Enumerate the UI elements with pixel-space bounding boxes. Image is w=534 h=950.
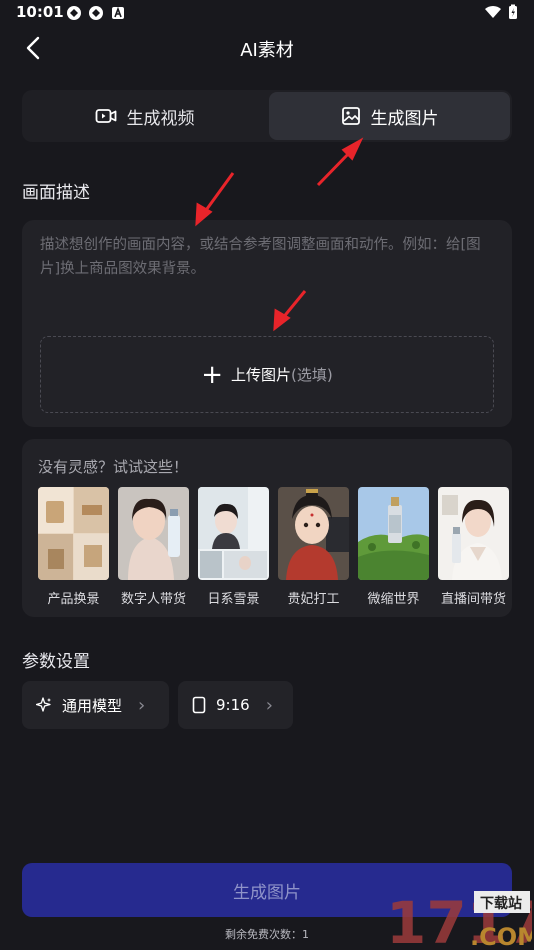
inspiration-label: 日系雪景	[207, 592, 260, 607]
plus-icon: +	[201, 359, 224, 390]
status-time: 10:01	[16, 3, 64, 21]
inspiration-label: 产品换景	[47, 592, 100, 607]
red-arrow-icon	[195, 172, 235, 227]
phone-ratio-icon	[192, 696, 206, 714]
imperial-consort-thumbnail	[278, 487, 349, 580]
tab-generate-image[interactable]: 生成图片	[269, 92, 510, 140]
app-notification-icon	[89, 6, 103, 20]
inspiration-label: 微缩世界	[367, 592, 420, 607]
aspect-ratio-button[interactable]: 9:16 ›	[178, 681, 293, 729]
tab-generate-video[interactable]: 生成视频	[24, 92, 265, 140]
inspiration-title: 没有灵感？试试这些！	[38, 458, 189, 476]
digital-human-thumbnail	[118, 487, 189, 580]
product-scene-thumbnail	[38, 487, 109, 580]
inspiration-item[interactable]: 日系雪景	[198, 487, 269, 607]
inspiration-item[interactable]: 产品换景	[38, 487, 109, 607]
inspiration-list: 产品换景 数字人带货 日系雪景 贵妃打工 微缩世界 直播间带货	[38, 487, 509, 607]
upload-optional-label: (选填)	[291, 366, 333, 384]
status-notification-icons	[66, 5, 126, 21]
a-notification-icon	[112, 6, 124, 19]
miniature-world-thumbnail	[358, 487, 429, 580]
battery-icon	[509, 4, 517, 19]
chevron-right-icon: ›	[138, 694, 146, 716]
status-system-icons	[484, 4, 518, 20]
site-watermark-logo: 17178 下载站 .COM	[386, 889, 532, 950]
inspiration-item[interactable]: 直播间带货	[438, 487, 509, 607]
upload-image-button[interactable]: + 上传图片(选填)	[40, 336, 494, 413]
inspiration-label: 直播间带货	[440, 592, 506, 607]
params-section-label: 参数设置	[22, 652, 90, 672]
livestream-thumbnail	[438, 487, 509, 580]
app-notification-icon	[67, 6, 81, 20]
inspiration-item[interactable]: 微缩世界	[358, 487, 429, 607]
red-arrow-icon	[316, 137, 364, 187]
prompt-placeholder: 描述想创作的画面内容，或结合参考图调整画面和动作。例如：给[图片]换上商品图效果…	[40, 237, 481, 277]
inspiration-item[interactable]: 贵妃打工	[278, 487, 349, 607]
tab-label: 生成视频	[126, 108, 195, 129]
sparkle-icon	[36, 697, 51, 712]
image-icon	[341, 107, 360, 125]
chevron-right-icon: ›	[265, 694, 273, 716]
model-select-button[interactable]: 通用模型 ›	[22, 681, 169, 729]
page-title: AI素材	[240, 40, 294, 61]
inspiration-label: 数字人带货	[120, 592, 186, 607]
model-label: 通用模型	[62, 696, 123, 715]
ratio-label: 9:16	[216, 696, 250, 714]
upload-label: 上传图片	[231, 366, 292, 384]
video-icon	[95, 109, 116, 123]
tab-label: 生成图片	[370, 108, 439, 129]
snow-scene-thumbnail	[198, 487, 269, 580]
svg-text:下载站: 下载站	[480, 895, 522, 912]
svg-text:.COM: .COM	[470, 923, 532, 950]
wifi-icon	[485, 5, 501, 18]
inspiration-item[interactable]: 数字人带货	[118, 487, 189, 607]
mode-tabs: 生成视频 生成图片	[22, 90, 512, 142]
prompt-section-label: 画面描述	[22, 183, 90, 203]
inspiration-label: 贵妃打工	[287, 592, 340, 607]
